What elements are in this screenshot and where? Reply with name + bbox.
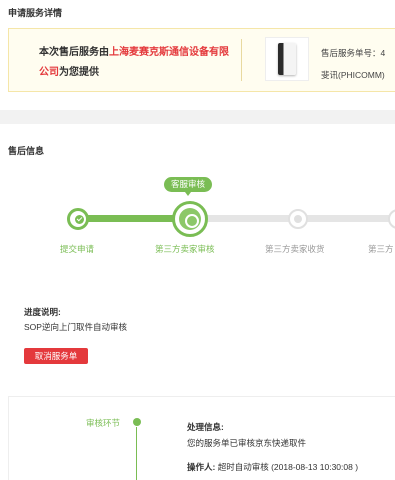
step-node-next [388, 209, 395, 229]
check-icon [75, 215, 84, 224]
audit-timeline: 审核环节 处理信息: 您的服务单已审核京东快递取件 操作人: 超时自动审核 (2… [8, 396, 395, 480]
step-label: 第三方 [368, 244, 394, 254]
operator-value: 超时自动审核 (2018-08-13 10:30:08 ) [217, 462, 359, 472]
badge-pointer [185, 192, 191, 196]
check-icon [294, 215, 302, 223]
operator-label: 操作人: [187, 462, 216, 472]
aftersale-title: 售后信息 [8, 146, 45, 156]
timeline-line [136, 427, 137, 480]
cancel-service-button[interactable]: 取消服务单 [24, 348, 88, 364]
provider-suffix: 为您提供 [59, 67, 99, 78]
step-node-submitted [67, 208, 89, 230]
progress-tracker: 客服审核 提交申请 第三方卖家审核 第三方卖家收货 第三方 [0, 172, 395, 262]
step-label: 提交申请 [60, 244, 95, 254]
current-status-badge: 客服审核 [164, 177, 212, 192]
divider [241, 39, 242, 81]
provider-prefix: 本次售后服务由 [39, 47, 109, 58]
step-label: 第三方卖家审核 [155, 244, 215, 254]
service-number: 售后服务单号：4 [321, 48, 386, 58]
product-name[interactable]: 斐讯(PHICOMM) [321, 69, 385, 81]
step-node-current [172, 201, 208, 237]
audit-stage-label: 审核环节 [86, 418, 121, 428]
audit-info-text: 您的服务单已审核京东快递取件 [187, 438, 307, 448]
provider-statement: 本次售后服务由上海麦赛克斯通信设备有限公司为您提供 [39, 43, 235, 83]
page-title: 申请服务详情 [8, 8, 63, 18]
review-icon [179, 208, 201, 230]
product-image[interactable] [265, 37, 309, 81]
step-node-receipt [288, 209, 308, 229]
router-icon [278, 43, 296, 75]
step-label: 第三方卖家收货 [265, 244, 325, 254]
service-provider-panel: 本次售后服务由上海麦赛克斯通信设备有限公司为您提供 售后服务单号：4 斐讯(PH… [8, 28, 395, 92]
timeline-dot [133, 418, 141, 426]
progress-note-text: SOP逆向上门取件自动审核 [24, 322, 127, 332]
section-separator [0, 110, 395, 124]
audit-operator: 操作人: 超时自动审核 (2018-08-13 10:30:08 ) [187, 461, 358, 473]
audit-info-label: 处理信息: [187, 422, 224, 432]
progress-note-label: 进度说明: [24, 307, 61, 317]
